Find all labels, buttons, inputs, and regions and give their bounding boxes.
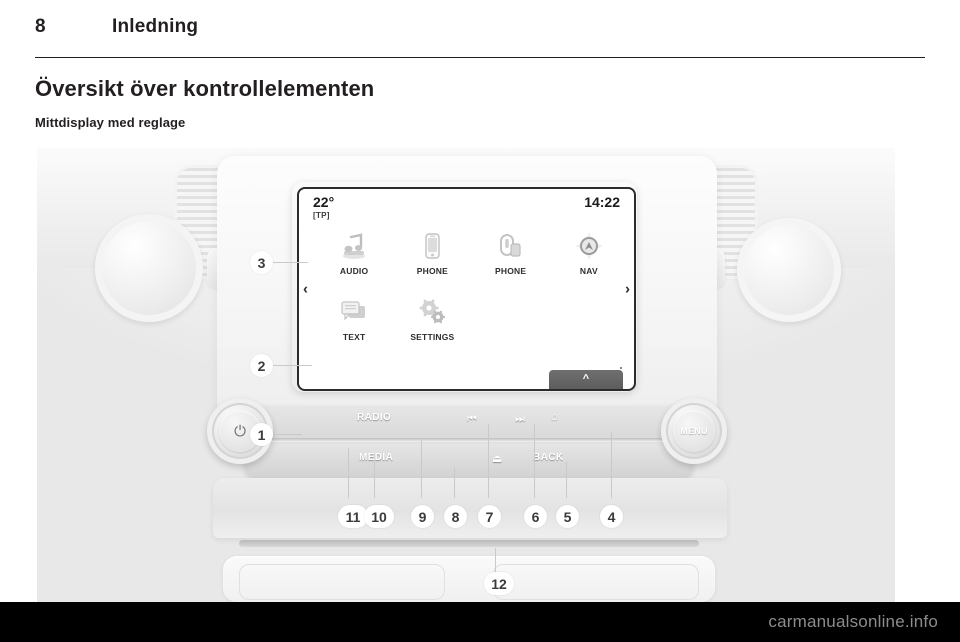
music-note-icon: [339, 227, 369, 265]
instrument-dial-right: [737, 218, 841, 322]
leader-line-3: [272, 262, 308, 263]
tile-label: AUDIO: [339, 266, 369, 276]
lower-console: [213, 478, 727, 538]
callout-6: 6: [524, 505, 547, 528]
smartphone-icon: [417, 227, 447, 265]
manual-page: 8 Inledning Översikt över kontrollelemen…: [0, 0, 960, 642]
callout-4: 4: [600, 505, 623, 528]
page-left-chevron-icon[interactable]: ‹: [303, 282, 308, 297]
callout-5: 5: [556, 505, 579, 528]
home-icon[interactable]: ⌂: [551, 412, 558, 423]
display-status-bar: 22° [TP] 14:22: [299, 189, 634, 223]
previous-track-icon[interactable]: ⏮: [467, 414, 477, 425]
tile-phone-projection[interactable]: PHONE: [472, 227, 550, 289]
menu-knob-face: MENU: [673, 410, 715, 452]
leader-line-10: [374, 462, 375, 498]
phone-projection-icon: [496, 227, 526, 265]
leader-line-2: [272, 365, 312, 366]
menu-knob[interactable]: MENU: [661, 398, 727, 464]
up-chevron-icon: ^: [582, 373, 590, 385]
leader-line-8: [454, 468, 455, 498]
gears-icon: [417, 293, 447, 331]
tile-label: NAV: [579, 266, 598, 276]
radio-button[interactable]: RADIO: [357, 412, 391, 423]
callout-3: 3: [250, 251, 273, 274]
callout-7: 7: [478, 505, 501, 528]
eject-icon[interactable]: ⏏: [492, 454, 502, 465]
leader-line-9: [421, 440, 422, 498]
back-button[interactable]: BACK: [533, 452, 564, 463]
tile-nav[interactable]: NAV: [550, 227, 628, 289]
pull-up-tab[interactable]: ^: [549, 370, 623, 389]
tile-label: PHONE: [495, 266, 527, 276]
tile-audio[interactable]: AUDIO: [315, 227, 393, 289]
tp-indicator: [TP]: [313, 211, 330, 220]
compass-icon: [574, 227, 604, 265]
menu-knob-label: MENU: [680, 426, 708, 436]
site-watermark: carmanualsonline.info: [768, 612, 938, 631]
cd-slot: [239, 540, 699, 547]
temperature-readout: 22°: [313, 194, 335, 210]
leader-line-1: [272, 434, 302, 435]
callout-8: 8: [444, 505, 467, 528]
next-track-icon[interactable]: ⏭: [515, 414, 525, 425]
leader-line-5: [566, 462, 567, 498]
instrument-dial-left: [95, 214, 203, 322]
callout-2: 2: [250, 354, 273, 377]
callout-9: 9: [411, 505, 434, 528]
callout-10: 10: [364, 505, 394, 528]
page-header: 8 Inledning: [0, 0, 960, 58]
leader-line-6: [534, 424, 535, 498]
chapter-title: Inledning: [112, 16, 199, 37]
page-right-chevron-icon[interactable]: ›: [625, 282, 630, 297]
tile-settings[interactable]: SETTINGS: [393, 293, 471, 355]
tile-label: TEXT: [342, 332, 366, 342]
display-bezel: 22° [TP] 14:22 AUDIO PHONE PHONE NAV TEX…: [292, 182, 637, 392]
clock-readout: 14:22: [584, 194, 620, 210]
header-divider: [35, 57, 925, 58]
infotainment-display[interactable]: 22° [TP] 14:22 AUDIO PHONE PHONE NAV TEX…: [297, 187, 636, 391]
section-title: Översikt över kontrollelementen: [35, 76, 375, 101]
tile-text[interactable]: TEXT: [315, 293, 393, 355]
storage-tray: [223, 556, 715, 602]
home-screen-tile-grid: AUDIO PHONE PHONE NAV TEXT SETTINGS: [315, 227, 628, 355]
section-subtitle: Mittdisplay med reglage: [35, 115, 186, 130]
leader-line-7: [488, 424, 489, 498]
leader-line-11: [348, 448, 349, 498]
page-number: 8: [35, 16, 46, 37]
media-button[interactable]: MEDIA: [359, 452, 393, 463]
tab-indicator-dot: [620, 367, 622, 369]
tile-label: PHONE: [416, 266, 448, 276]
speech-bubble-icon: [339, 293, 369, 331]
power-icon: ⏻: [234, 422, 246, 440]
tile-label: SETTINGS: [410, 332, 455, 342]
callout-12: 12: [484, 572, 514, 595]
callout-1: 1: [250, 423, 273, 446]
leader-line-4: [611, 432, 612, 498]
dashboard-photo: 22° [TP] 14:22 AUDIO PHONE PHONE NAV TEX…: [37, 148, 895, 602]
tile-phone[interactable]: PHONE: [393, 227, 471, 289]
